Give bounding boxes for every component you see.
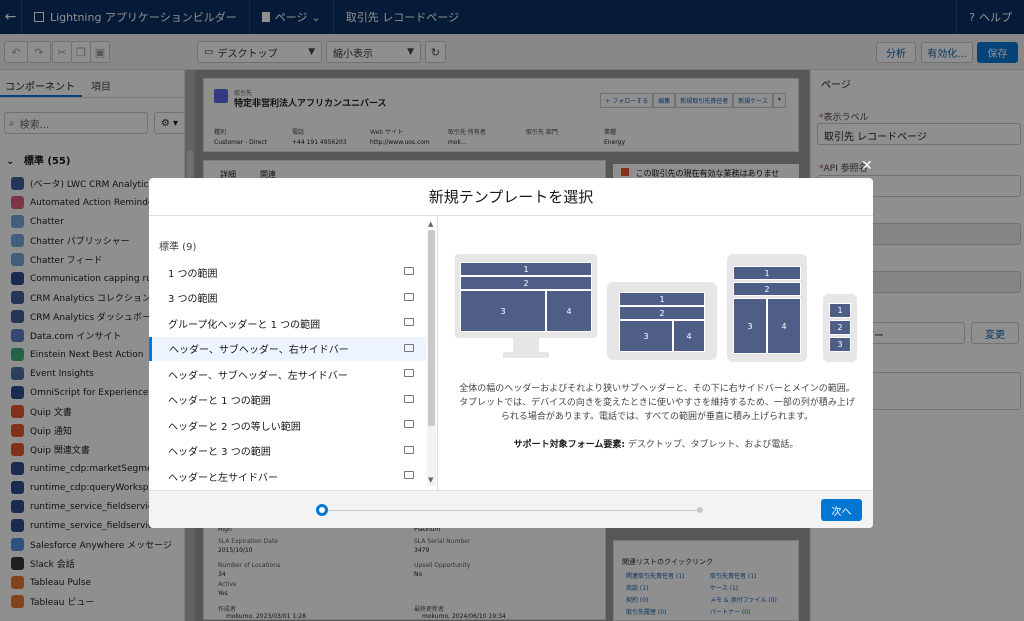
phone-preview: 1 2 3 [823,294,857,362]
template-option[interactable]: 1 つの範囲 [149,260,426,284]
scroll-thumb[interactable] [428,230,435,426]
device-icon [404,343,414,352]
template-description: 全体の幅のヘッダーおよびそれより狭いサブヘッダーと、その下に右サイドバーとメイン… [459,384,855,422]
region-2: 2 [460,276,592,290]
tablet-portrait-preview: 1 2 3 4 [727,254,807,362]
device-icon [404,445,414,454]
region-3: 3 [733,298,767,354]
template-option[interactable]: ヘッダー、サブヘッダー、左サイドバー [149,362,426,386]
region-2: 2 [829,320,851,335]
region-1: 1 [733,266,801,280]
template-option[interactable]: グループ化ヘッダーと 1 つの範囲 [149,311,426,335]
region-4: 4 [673,320,705,352]
template-option[interactable]: ヘッダーと 2 つの等しい範囲 [149,413,426,437]
device-icon [404,420,414,428]
template-preview: 1 2 3 4 1 2 3 4 1 2 3 4 1 2 3 全体の幅のヘッダーお… [439,216,873,490]
region-2: 2 [733,282,801,296]
monitor-stand [513,338,539,352]
template-modal: 新規テンプレートを選択 標準 (9) 1 つの範囲 3 つの範囲グループ化ヘッダー… [149,178,873,528]
region-1: 1 [619,292,705,306]
close-icon[interactable]: ✕ [861,158,873,174]
template-option[interactable]: ヘッダーと 1 つの範囲 [149,388,426,412]
template-option[interactable]: ヘッダー、サブヘッダー、右サイドバー [149,336,426,361]
template-option-label: 3 つの範囲 [168,294,218,305]
monitor-base [503,352,549,358]
modal-footer: 次へ [149,490,873,528]
template-option[interactable]: ヘッダーと左サイドバー [149,464,426,488]
scroll-up-icon[interactable]: ▲ [428,220,433,228]
device-icon [404,369,414,377]
scroll-down-icon[interactable]: ▼ [428,476,433,484]
region-3: 3 [619,320,673,352]
device-icon [404,394,414,403]
template-option-label: ヘッダー、サブヘッダー、左サイドバー [168,370,348,382]
template-option-label: ヘッダーと 3 つの範囲 [168,447,271,458]
template-option-label: ヘッダー、サブヘッダー、右サイドバー [169,345,349,356]
region-4: 4 [546,290,592,332]
tablet-landscape-preview: 1 2 3 4 [607,282,717,360]
template-option-label: ヘッダーと左サイドバー [168,472,278,484]
next-button[interactable]: 次へ [821,499,862,521]
progress-track [321,510,701,511]
device-icon [404,267,414,275]
desktop-preview: 1 2 3 4 [455,254,597,338]
template-option[interactable]: 3 つの範囲 [149,286,426,310]
modal-title: 新規テンプレートを選択 [149,178,873,216]
template-option-label: ヘッダーと 1 つの範囲 [168,396,271,407]
region-3: 3 [460,290,546,332]
template-list: 標準 (9) 1 つの範囲 3 つの範囲 グループ化ヘッダーと 1 つの範囲 ヘッダー… [149,216,438,490]
region-4: 4 [767,298,801,354]
template-option-label: 1 つの範囲 [168,268,218,280]
device-icon [404,471,414,479]
template-option[interactable]: ヘッダーと 3 つの範囲 [149,439,426,463]
progress-step-1 [316,504,328,516]
progress-step-2 [697,507,703,513]
template-category: 標準 (9) [159,242,197,253]
template-list-scrollbar[interactable]: ▲ ▼ [427,220,436,486]
support-label: サポート対象フォーム要素: [513,440,625,450]
device-icon [404,318,414,326]
region-1: 1 [460,262,592,276]
support-value: デスクトップ、タブレット、および電話。 [624,440,799,450]
template-option-label: ヘッダーと 2 つの等しい範囲 [168,421,301,433]
region-3: 3 [829,337,851,352]
supported-form-factors: サポート対象フォーム要素: デスクトップ、タブレット、および電話。 [439,437,873,450]
template-option-label: グループ化ヘッダーと 1 つの範囲 [168,319,321,331]
region-1: 1 [829,303,851,318]
region-2: 2 [619,306,705,320]
modal-body: 標準 (9) 1 つの範囲 3 つの範囲 グループ化ヘッダーと 1 つの範囲 ヘッダー… [149,216,873,490]
device-icon [404,292,414,301]
